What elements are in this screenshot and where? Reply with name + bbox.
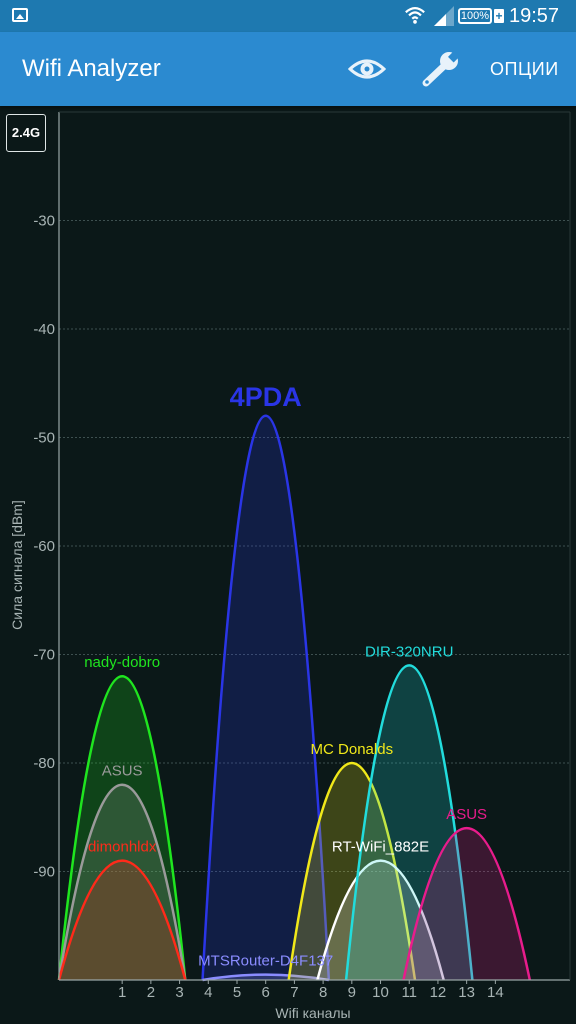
- band-toggle-button[interactable]: 2.4G: [6, 114, 46, 152]
- status-bar: 100% + 19:57: [0, 0, 576, 32]
- x-tick-label: 7: [290, 984, 298, 1001]
- options-menu-button[interactable]: ОПЦИИ: [490, 59, 559, 80]
- app-title: Wifi Analyzer: [22, 55, 161, 82]
- y-tick-label: -40: [33, 321, 55, 338]
- y-tick-label: -30: [33, 213, 55, 230]
- charging-icon: +: [494, 9, 504, 23]
- network-label: MTSRouter-D4F137: [198, 953, 333, 970]
- eye-icon[interactable]: [348, 55, 386, 83]
- network-label: MC Donalds: [311, 741, 394, 758]
- x-axis-title: Wifi каналы: [275, 1005, 350, 1021]
- wrench-icon[interactable]: [420, 50, 462, 88]
- x-tick-label: 2: [147, 984, 155, 1001]
- wifi-status-icon: [405, 7, 425, 24]
- network-label: RT-WiFi_882E: [332, 839, 429, 856]
- battery-indicator: 100%: [458, 8, 492, 24]
- network-label: ASUS: [102, 763, 143, 780]
- y-tick-label: -50: [33, 430, 55, 447]
- x-tick-label: 10: [372, 984, 389, 1001]
- x-tick-label: 5: [233, 984, 241, 1001]
- network-label: DIR-320NRU: [365, 643, 453, 660]
- channel-graph: -30-40-50-60-70-80-90 1 2 3 4 5 6 7 8 9 10 11 12 13 1…: [9, 111, 571, 1021]
- y-tick-label: -80: [33, 755, 55, 772]
- x-tick-label: 12: [430, 984, 447, 1001]
- network-label: ASUS: [446, 806, 487, 823]
- network-label: nady-dobro: [84, 654, 160, 671]
- network-label: dimonhldx: [88, 839, 157, 856]
- cell-signal-icon: [434, 6, 454, 26]
- y-tick-label: -60: [33, 538, 55, 555]
- x-tick-label: 1: [118, 984, 126, 1001]
- y-axis-ticks: -30 -40 -50 -60 -70 -80 -90: [33, 213, 55, 881]
- x-tick-label: 11: [401, 984, 417, 1001]
- x-axis-ticks: 1 2 3 4 5 6 7 8 9 10 11 12 13 14: [118, 980, 504, 1001]
- network-label: 4PDA: [230, 382, 302, 412]
- status-clock: 19:57: [509, 5, 560, 27]
- x-tick-label: 14: [487, 984, 504, 1001]
- x-tick-label: 8: [319, 984, 327, 1001]
- x-tick-label: 6: [262, 984, 270, 1001]
- x-tick-label: 3: [175, 984, 183, 1001]
- x-tick-label: 4: [204, 984, 212, 1001]
- y-tick-label: -70: [33, 647, 55, 664]
- network-curves: [57, 414, 532, 982]
- y-axis-title: Сила сигнала [dBm]: [9, 500, 25, 630]
- x-tick-label: 13: [458, 984, 475, 1001]
- y-tick-label: -90: [33, 864, 55, 881]
- gallery-notification-icon: [12, 8, 28, 22]
- x-tick-label: 9: [348, 984, 356, 1001]
- app-bar: Wifi Analyzer ОПЦИИ: [0, 32, 576, 106]
